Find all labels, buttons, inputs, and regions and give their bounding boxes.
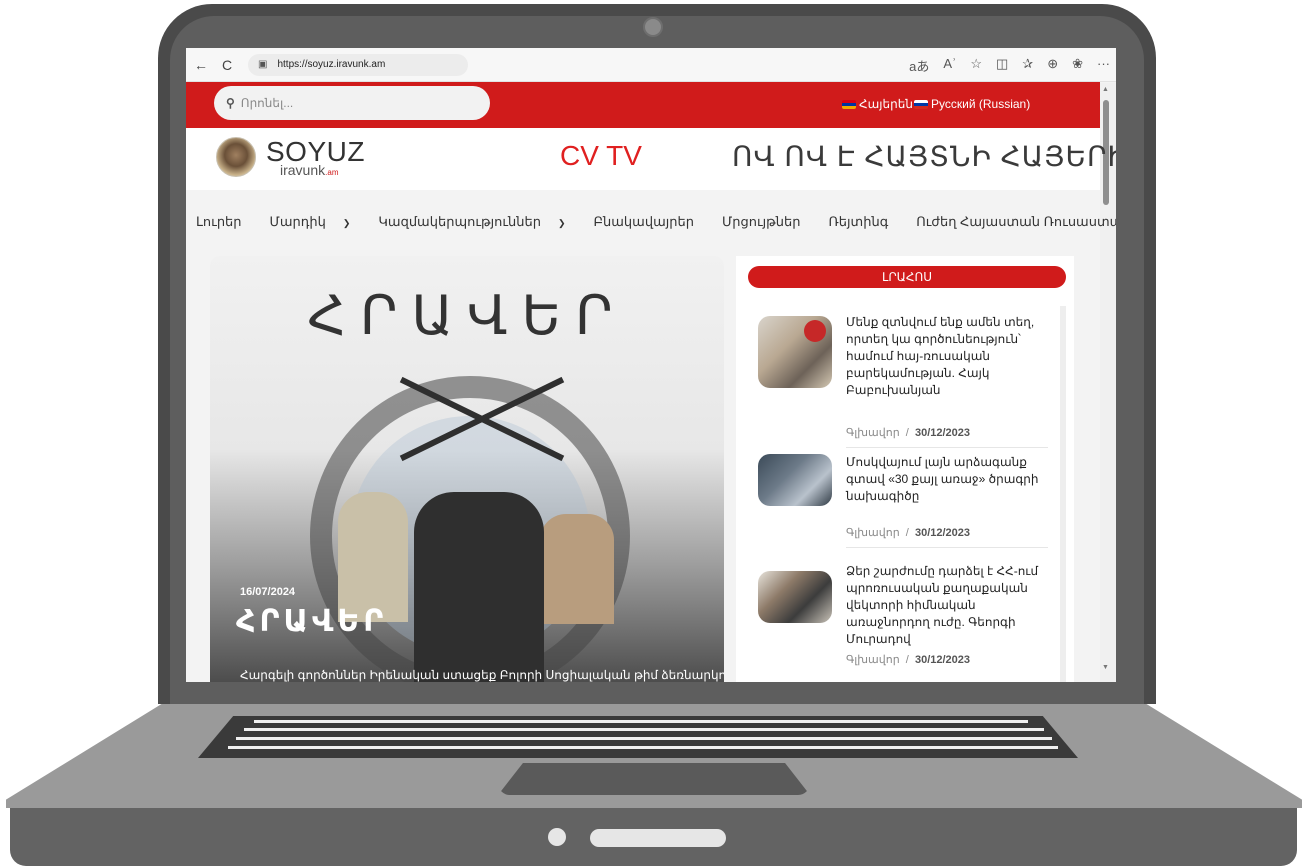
site-header: SOYUZ iravunk.am CV TV ՈՎ ՈՎ Է ՀԱՅՏՆԻ ՀԱ… [186,128,1116,190]
menu-label: Բնակավայրեր [593,214,694,229]
browser-toolbar: ← C ▣ https://soyuz.iravunk.am aあ Aʾ ☆ ◫… [186,48,1116,82]
touchpad [498,763,810,795]
news-meta: Գլխավոր / 30/12/2023 [846,527,971,539]
news-item[interactable]: Մենք զտնվում ենք ամեն տեղ, որտեղ կա գործ… [758,314,1048,448]
menu-item-strong-armenia[interactable]: Ուժեղ Հայաստան Ռուսաստանի հետ միասին [916,214,1116,230]
favorites-list-icon[interactable]: ✰ [1022,56,1033,75]
news-thumbnail[interactable] [758,316,832,388]
webcam-icon [643,17,663,37]
news-category[interactable]: Գլխավոր [846,427,900,439]
menu-item-rating[interactable]: Ռեյտինգ [829,214,903,230]
featured-article[interactable]: ՀՐԱՎԵՐ 16/07/2024 ՀՐԱՎԵՐ Հարգելի գործոնն… [210,256,724,682]
cv-tv-link[interactable]: CV TV [560,140,642,172]
news-title[interactable]: Մենք զտնվում ենք ամեն տեղ, որտեղ կա գործ… [846,314,1046,399]
lock-icon: ▣ [258,59,268,70]
news-feed-heading: ԼՐԱՀՈՍ [748,266,1066,288]
address-bar[interactable]: ▣ https://soyuz.iravunk.am [248,53,468,76]
split-screen-icon[interactable]: ◫ [996,56,1008,75]
favorite-star-icon[interactable]: ☆ [970,56,982,75]
news-meta: Գլխավոր / 30/12/2023 [846,427,971,439]
scroll-up-icon[interactable]: ▲ [1102,86,1109,93]
logo-subtext[interactable]: iravunk.am [280,162,338,178]
logo-sub: iravunk [280,162,326,178]
santa-hat-icon [804,320,826,342]
translate-icon[interactable]: aあ [909,56,929,75]
church-icon [540,514,614,624]
scroll-down-icon[interactable]: ▼ [1102,664,1109,671]
news-feed-sidebar: ԼՐԱՀՈՍ Մենք զտնվում ենք ամեն տեղ, որտեղ … [736,256,1074,682]
menu-label: Մրցույթներ [722,214,801,229]
screen: ← C ▣ https://soyuz.iravunk.am aあ Aʾ ☆ ◫… [186,48,1116,682]
statue-icon [414,492,544,682]
extension-icon[interactable]: ❀ [1072,56,1083,75]
lang-label: Հայերեն [859,97,913,111]
power-led-icon [548,828,566,846]
feature-banner-title: ՀՐԱՎԵՐ [307,284,627,347]
menu-label: Լուրեր [196,214,242,229]
feature-date: 16/07/2024 [240,586,296,598]
search-placeholder: Որոնել... [240,96,294,110]
menu-label: Ուժեղ Հայաստան Ռուսաստանի հետ միասին [916,214,1116,229]
news-date: 30/12/2023 [914,427,971,439]
key-row [254,720,1028,723]
lang-russian[interactable]: Русский (Russian) [914,97,1030,111]
cathedral-icon [338,492,408,622]
logo-suffix: .am [325,168,339,177]
menu-item-contests[interactable]: Մրցույթներ [722,214,815,230]
key-row [236,737,1052,740]
url-text: https://soyuz.iravunk.am [277,59,386,70]
news-title[interactable]: Ձեր շարժումը դարձել է ՀՀ-ում պրոռուսական… [846,563,1046,648]
menu-item-people[interactable]: Մարդիկ ❯ [270,214,365,230]
site-topbar: ⚲ Որոնել... Հայերեն Русский (Russian) [186,82,1100,128]
feature-title[interactable]: ՀՐԱՎԵՐ [236,604,387,639]
reload-icon[interactable]: C [216,57,238,73]
news-category[interactable]: Գլխավոր [846,654,900,666]
armenian-flag-icon [842,99,856,109]
main-menu: Լուրեր Մարդիկ ❯ Կազմակերպություններ ❯ Բնակ… [186,190,1116,254]
search-icon: ⚲ [226,96,235,110]
browser-actions: aあ Aʾ ☆ ◫ ✰ ⊕ ❀ ··· [909,56,1110,75]
menu-label: Մարդիկ [269,214,326,229]
menu-item-settlements[interactable]: Բնակավայրեր [594,214,708,230]
key-row [228,746,1058,749]
divider [846,447,1048,448]
chevron-down-icon: ❯ [342,218,351,228]
logo-emblem-icon[interactable] [216,137,256,177]
news-meta: Գլխավոր / 30/12/2023 [846,654,971,666]
read-aloud-icon[interactable]: Aʾ [943,56,956,75]
header-tagline[interactable]: ՈՎ ՈՎ Է ՀԱՅՏՆԻ ՀԱՅԵՐԻՑ [732,140,1116,173]
divider [846,547,1048,548]
lang-armenian[interactable]: Հայերեն [842,97,913,111]
port-slot [590,829,726,847]
menu-label: Ռեյտինգ [828,214,889,229]
feature-excerpt: Հարգելի գործոններ Իրենական ստացեք Բոլորի… [240,668,724,682]
menu-item-news[interactable]: Լուրեր [196,214,256,230]
russian-flag-icon [914,99,928,109]
back-icon[interactable]: ← [190,57,212,73]
news-thumbnail[interactable] [758,454,832,506]
site-search-input[interactable]: ⚲ Որոնել... [214,86,490,120]
news-item[interactable]: Ձեր շարժումը դարձել է ՀՀ-ում պրոռուսական… [758,563,1048,682]
menu-label: Կազմակերպություններ [378,214,541,229]
collections-icon[interactable]: ⊕ [1047,56,1058,75]
lang-label: Русский (Russian) [931,97,1031,111]
news-title[interactable]: Մոսկվայում լայն արձագանք գտավ «30 քայլ ա… [846,454,1046,505]
more-menu-icon[interactable]: ··· [1097,56,1110,75]
news-date: 30/12/2023 [914,654,971,666]
sidebar-scrollbar[interactable] [1060,306,1066,682]
menu-item-organizations[interactable]: Կազմակերպություններ ❯ [378,214,579,230]
news-item[interactable]: Մոսկվայում լայն արձագանք գտավ «30 քայլ ա… [758,454,1048,554]
chevron-down-icon: ❯ [557,218,566,228]
key-row [244,728,1044,731]
news-category[interactable]: Գլխավոր [846,527,900,539]
keyboard [198,716,1078,758]
news-thumbnail[interactable] [758,571,832,623]
news-date: 30/12/2023 [914,527,971,539]
